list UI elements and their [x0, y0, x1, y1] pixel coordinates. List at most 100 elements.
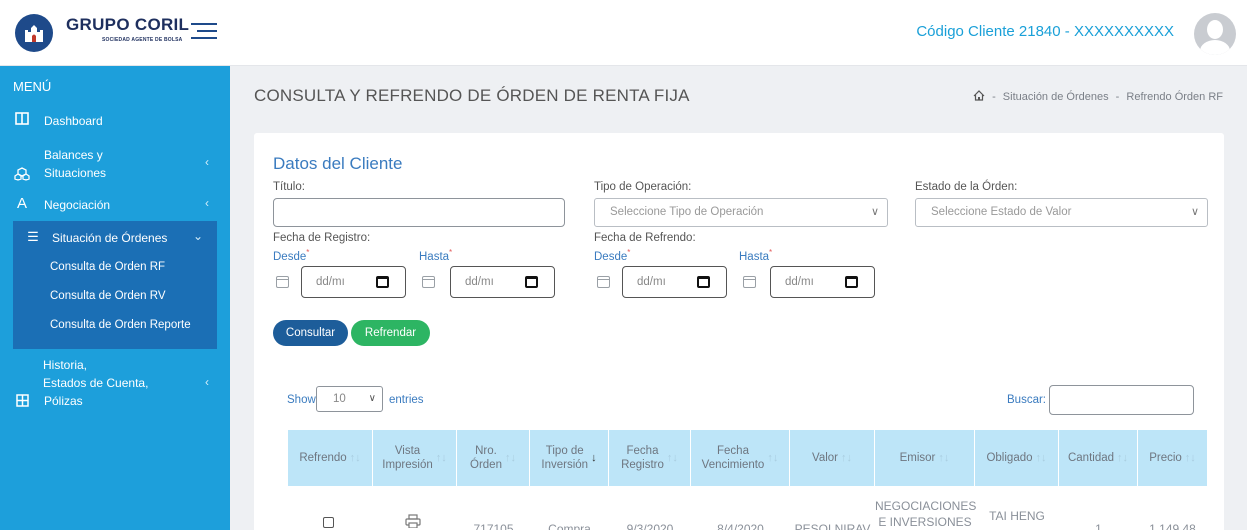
sidebar-item-label: Estados de Cuenta,: [43, 376, 149, 390]
brand-name: GRUPO CORIL: [66, 15, 190, 34]
cell-valor: PESOLNIRAV: [794, 522, 871, 530]
home-icon[interactable]: [973, 90, 985, 101]
submenu-situacion-ordenes: ☰ Situación de Órdenes ⌄ Consulta de Ord…: [13, 221, 217, 349]
registro-desde-date[interactable]: dd/mı: [301, 266, 406, 298]
titulo-input[interactable]: [273, 198, 565, 227]
client-code: Código Cliente 21840 - XXXXXXXXXX: [916, 23, 1174, 40]
cubes-icon: [13, 167, 31, 184]
sidebar-item-label: Situación de Órdenes: [52, 231, 168, 245]
cell-nro-orden: 717105: [473, 522, 514, 530]
col-nro-orden[interactable]: Nro. Órden ↑↓: [457, 430, 530, 486]
coril-logo: [15, 14, 53, 52]
col-tipo-inversion[interactable]: Tipo de Inversión ↓: [530, 430, 609, 486]
castle-logo-icon: [25, 25, 43, 42]
estado-orden-label: Estado de la Órden:: [915, 181, 1018, 193]
sidebar-item-negociacion[interactable]: A Negociación ‹: [0, 195, 230, 216]
breadcrumb-item[interactable]: Situación de Órdenes: [1003, 91, 1109, 103]
sidebar-item-historia[interactable]: Historia, Estados de Cuenta, Pólizas ‹: [0, 356, 230, 412]
col-obligado[interactable]: Obligado ↑↓: [975, 430, 1059, 486]
col-valor[interactable]: Valor ↑↓: [790, 430, 875, 486]
date-placeholder: dd/mı: [316, 276, 345, 288]
breadcrumb-separator: -: [992, 91, 996, 103]
cell-precio: 1.149.48: [1149, 522, 1196, 530]
sidebar-item-dashboard[interactable]: Dashboard: [0, 112, 230, 132]
refrendar-button[interactable]: Refrendar: [351, 320, 430, 346]
show-label: Show: [287, 394, 316, 406]
search-input[interactable]: [1049, 385, 1194, 415]
date-placeholder: dd/mı: [637, 276, 666, 288]
chevron-down-icon: ∨: [870, 206, 879, 218]
brand-subtitle: SOCIEDAD AGENTE DE BOLSA: [102, 37, 183, 43]
tipo-operacion-select[interactable]: Seleccione Tipo de Operación ∨: [594, 198, 888, 227]
tipo-operacion-label: Tipo de Operación:: [594, 181, 692, 193]
calendar-picker-icon[interactable]: [697, 276, 710, 288]
subitem-consulta-orden-reporte[interactable]: Consulta de Orden Reporte: [50, 319, 191, 331]
calendar-picker-icon[interactable]: [525, 276, 538, 288]
hamburger-menu-icon[interactable]: [191, 21, 217, 41]
refrendo-desde-date[interactable]: dd/mı: [622, 266, 727, 298]
chevron-down-icon: ∨: [368, 393, 376, 404]
subitem-consulta-orden-rf[interactable]: Consulta de Orden RF: [50, 261, 165, 273]
calendar-icon: [743, 276, 756, 288]
calendar-icon: [422, 276, 435, 288]
chevron-left-icon: ‹: [205, 196, 209, 210]
cell-fecha-vencimiento: 8/4/2020: [717, 522, 764, 530]
cell-cantidad: 1: [1095, 522, 1102, 530]
search-label: Buscar:: [1007, 394, 1046, 406]
columns-icon: [13, 112, 31, 128]
table-header: Refrendo ↑↓ Vista Impresión ↑↓ Nro. Órden ↑↓ …: [288, 430, 1207, 486]
chevron-down-icon: ∨: [1190, 206, 1199, 218]
consultar-button[interactable]: Consultar: [273, 320, 348, 346]
col-cantidad[interactable]: Cantidad ↑↓: [1059, 430, 1138, 486]
entries-label: entries: [389, 394, 424, 406]
sidebar-item-balances[interactable]: Balances y Situaciones ‹: [0, 146, 230, 184]
breadcrumb: - Situación de Órdenes - Refrendo Órden …: [973, 90, 1223, 103]
tipo-operacion-value: Seleccione Tipo de Operación: [610, 206, 764, 218]
col-fecha-vencimiento[interactable]: Fecha Vencimiento ↑↓: [691, 430, 790, 486]
col-precio[interactable]: Precio ↑↓: [1138, 430, 1207, 486]
sidebar-item-situacion-ordenes[interactable]: ☰ Situación de Órdenes ⌄: [13, 229, 217, 247]
section-title: Datos del Cliente: [273, 154, 403, 173]
list-icon: ☰: [27, 229, 39, 244]
top-header: GRUPO CORIL SOCIEDAD AGENTE DE BOLSA Cód…: [0, 0, 1247, 66]
registro-hasta-label: Hasta*: [419, 248, 453, 263]
titulo-label: Título:: [273, 181, 305, 193]
date-placeholder: dd/mı: [465, 276, 494, 288]
date-placeholder: dd/mı: [785, 276, 814, 288]
chevron-left-icon: ‹: [205, 155, 209, 169]
letter-a-icon: A: [16, 195, 27, 212]
refrendo-hasta-label: Hasta*: [739, 248, 773, 263]
sidebar-item-label: Negociación: [44, 198, 111, 212]
cell-tipo-inversion: Compra: [548, 522, 591, 530]
user-avatar[interactable]: [1194, 13, 1236, 55]
breadcrumb-separator: -: [1115, 91, 1120, 103]
sidebar-item-label: Situaciones: [44, 166, 107, 180]
col-vista-impresion[interactable]: Vista Impresión ↑↓: [373, 430, 457, 486]
refrendo-hasta-date[interactable]: dd/mı: [770, 266, 875, 298]
sidebar-item-label: Balances y: [44, 148, 103, 162]
breadcrumb-item: Refrendo Órden RF: [1126, 91, 1223, 103]
subitem-consulta-orden-rv[interactable]: Consulta de Orden RV: [50, 290, 166, 302]
menu-title: MENÚ: [13, 79, 52, 94]
col-refrendo[interactable]: Refrendo ↑↓: [288, 430, 373, 486]
estado-orden-select[interactable]: Seleccione Estado de Valor ∨: [915, 198, 1208, 227]
calendar-icon: [597, 276, 610, 288]
printer-icon[interactable]: [405, 514, 421, 530]
refrendo-checkbox[interactable]: [323, 517, 334, 528]
entries-select[interactable]: 10 ∨: [316, 386, 383, 412]
fecha-refrendo-label: Fecha de Refrendo:: [594, 232, 696, 244]
cell-emisor: NEGOCIACIONES E INVERSIONES: [875, 499, 977, 529]
sidebar-item-label: Pólizas: [44, 394, 83, 408]
calendar-picker-icon[interactable]: [845, 276, 858, 288]
sidebar-item-label: Historia,: [43, 358, 88, 372]
page-title: CONSULTA Y REFRENDO DE ÓRDEN DE RENTA FI…: [254, 86, 690, 105]
col-fecha-registro[interactable]: Fecha Registro ↑↓: [609, 430, 691, 486]
sidebar-item-label: Dashboard: [44, 114, 103, 128]
registro-hasta-date[interactable]: dd/mı: [450, 266, 555, 298]
col-emisor[interactable]: Emisor ↑↓: [875, 430, 975, 486]
registro-desde-label: Desde*: [273, 248, 310, 263]
chevron-down-icon: ⌄: [192, 229, 203, 243]
calendar-picker-icon[interactable]: [376, 276, 389, 288]
cell-fecha-registro: 9/3/2020: [626, 522, 674, 530]
estado-orden-value: Seleccione Estado de Valor: [931, 206, 1072, 218]
